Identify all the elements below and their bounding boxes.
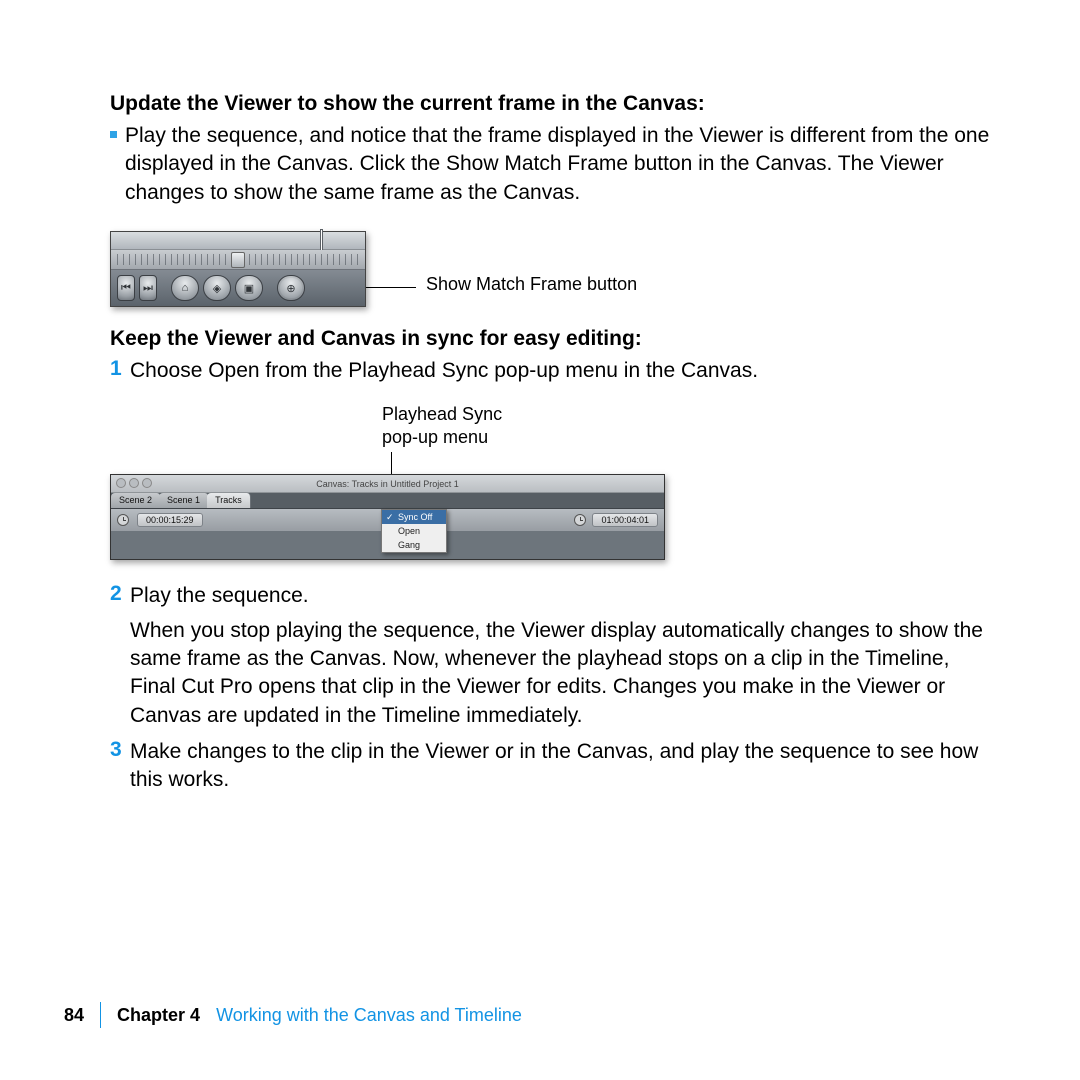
play-around-button[interactable]: ▣	[235, 275, 263, 301]
step-number-3: 3	[110, 738, 130, 795]
step-number-2: 2	[110, 582, 130, 730]
chapter-label: Chapter 4	[117, 1005, 200, 1026]
sync-menu-item-open[interactable]: Open	[382, 524, 446, 538]
callout-playhead-sync: Playhead Sync pop-up menu	[382, 403, 990, 448]
section-heading-2: Keep the Viewer and Canvas in sync for e…	[110, 327, 990, 351]
canvas-tabs: Scene 2 Scene 1 Tracks	[111, 493, 664, 509]
paragraph-1: Play the sequence, and notice that the f…	[125, 122, 990, 207]
step-number-1: 1	[110, 357, 130, 385]
footer-divider	[100, 1002, 101, 1028]
sync-menu-item-gang[interactable]: Gang	[382, 538, 446, 552]
timecode-icon	[574, 514, 586, 526]
callout-leader-line	[366, 287, 416, 288]
prev-edit-button[interactable]: ⏮	[117, 275, 135, 301]
step-3-text: Make changes to the clip in the Viewer o…	[130, 738, 990, 795]
step-1-text: Choose Open from the Playhead Sync pop-u…	[130, 357, 758, 385]
screenshot-canvas-controls: ⏮ ⏭ ⌂ ◈ ▣ ⊕	[110, 231, 366, 307]
step-2-text-b: When you stop playing the sequence, the …	[130, 617, 990, 730]
bullet-icon	[110, 131, 117, 138]
home-button[interactable]: ⌂	[171, 275, 199, 301]
canvas-window-titlebar: Canvas: Tracks in Untitled Project 1	[111, 475, 664, 493]
chapter-title: Working with the Canvas and Timeline	[216, 1005, 522, 1026]
window-close-icon[interactable]	[116, 478, 126, 488]
step-2-text-a: Play the sequence.	[130, 582, 990, 610]
match-frame-button[interactable]: ⊕	[277, 275, 305, 301]
tab-scene-2[interactable]: Scene 2	[111, 493, 161, 508]
playhead-sync-menu[interactable]: Sync Off Open Gang	[381, 509, 447, 553]
mark-button[interactable]: ◈	[203, 275, 231, 301]
screenshot-canvas-window: Canvas: Tracks in Untitled Project 1 Sce…	[110, 474, 665, 560]
timecode-left[interactable]: 00:00:15:29	[137, 513, 203, 527]
window-minimize-icon[interactable]	[129, 478, 139, 488]
tab-tracks[interactable]: Tracks	[207, 493, 251, 508]
callout-leader-line	[391, 452, 392, 474]
timecode-right[interactable]: 01:00:04:01	[592, 513, 658, 527]
page-footer: 84 Chapter 4 Working with the Canvas and…	[0, 1002, 522, 1028]
sync-menu-item-off[interactable]: Sync Off	[382, 510, 446, 524]
window-zoom-icon[interactable]	[142, 478, 152, 488]
tab-scene-1[interactable]: Scene 1	[159, 493, 209, 508]
next-edit-button[interactable]: ⏭	[139, 275, 157, 301]
callout-match-frame: Show Match Frame button	[426, 274, 637, 295]
page-number: 84	[64, 1005, 84, 1026]
timecode-icon	[117, 514, 129, 526]
section-heading-1: Update the Viewer to show the current fr…	[110, 92, 990, 116]
